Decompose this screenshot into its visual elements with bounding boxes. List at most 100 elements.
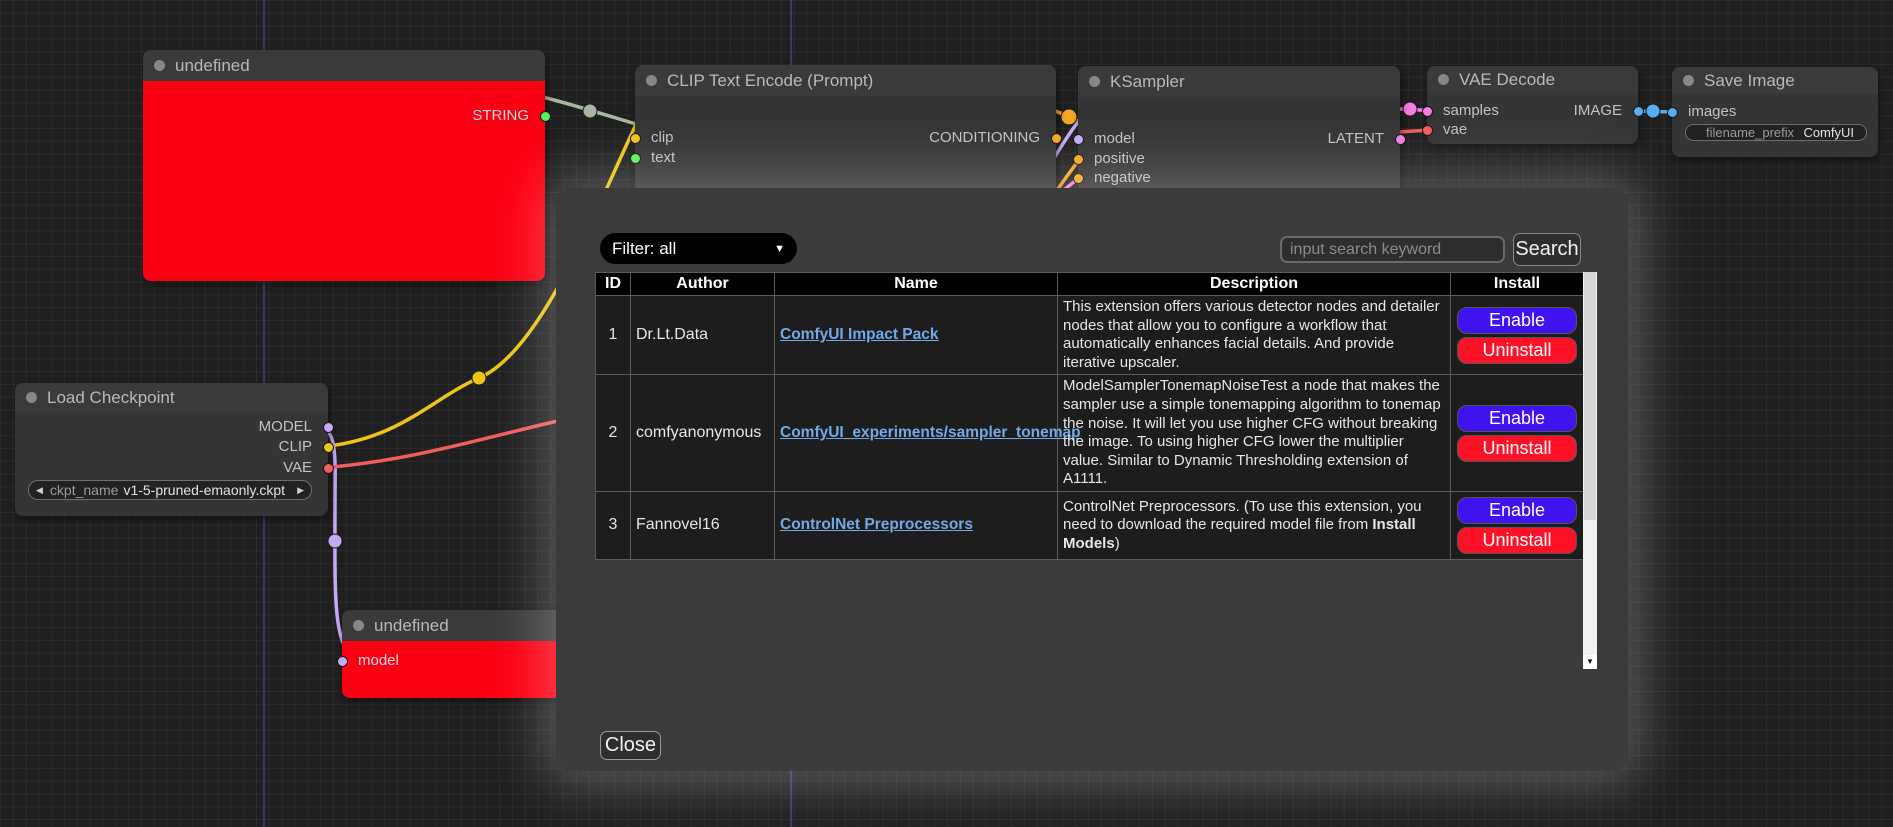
model-port-dot[interactable] <box>323 422 334 433</box>
string-port-dot[interactable] <box>540 111 551 122</box>
filter-dropdown[interactable]: Filter: all ▼ <box>600 233 797 264</box>
table-header-row: IDAuthorNameDescriptionInstall <box>596 273 1584 296</box>
node-save-image[interactable]: Save Image images filename_prefix ComfyU… <box>1672 67 1878 157</box>
input-negative[interactable]: negative <box>1078 168 1151 188</box>
uninstall-button[interactable]: Uninstall <box>1457 435 1577 462</box>
node-undefined-top[interactable]: undefined STRING <box>143 50 545 281</box>
column-header-install: Install <box>1451 273 1584 296</box>
model-port-dot[interactable] <box>1073 134 1084 145</box>
output-string[interactable]: STRING <box>472 106 545 126</box>
model-port-dot[interactable] <box>337 656 348 667</box>
node-status-dot <box>26 392 37 403</box>
ckpt-name-widget[interactable]: ◀ ckpt_name v1-5-pruned-emaonly.ckpt ▶ <box>28 480 312 500</box>
decrement-arrow-icon[interactable]: ◀ <box>29 485 50 496</box>
images-port-dot[interactable] <box>1667 107 1678 118</box>
input-clip[interactable]: clip <box>635 128 674 148</box>
uninstall-button[interactable]: Uninstall <box>1457 337 1577 364</box>
input-model[interactable]: model <box>1078 129 1135 149</box>
extension-table: IDAuthorNameDescriptionInstall 1Dr.Lt.Da… <box>595 272 1584 560</box>
uninstall-button[interactable]: Uninstall <box>1457 527 1577 554</box>
increment-arrow-icon[interactable]: ▶ <box>290 485 311 496</box>
node-title-bar[interactable]: VAE Decode <box>1427 66 1638 93</box>
vae-port-dot[interactable] <box>1422 125 1433 136</box>
node-title: undefined <box>374 616 449 635</box>
node-title-bar[interactable]: KSampler <box>1078 66 1400 97</box>
scrollbar-thumb[interactable] <box>1584 272 1596 520</box>
extension-link[interactable]: ComfyUI Impact Pack <box>780 326 939 343</box>
node-status-dot <box>154 60 165 71</box>
output-image[interactable]: IMAGE <box>1574 101 1638 121</box>
node-title: Load Checkpoint <box>47 388 175 407</box>
extension-name: ControlNet Preprocessors <box>775 491 1058 559</box>
output-clip[interactable]: CLIP <box>279 437 328 457</box>
extension-author: comfyanonymous <box>631 375 775 492</box>
reroute-dot[interactable] <box>1061 109 1077 125</box>
extension-row: 1Dr.Lt.DataComfyUI Impact PackThis exten… <box>596 296 1584 375</box>
clip-port-dot[interactable] <box>630 133 641 144</box>
node-title-bar[interactable]: undefined <box>342 610 572 641</box>
search-input[interactable] <box>1280 236 1505 263</box>
extension-author: Fannovel16 <box>631 491 775 559</box>
node-clip-text-encode[interactable]: CLIP Text Encode (Prompt) clip text COND… <box>635 65 1056 195</box>
search-button[interactable]: Search <box>1513 233 1581 266</box>
conditioning-port-dot[interactable] <box>1051 133 1062 144</box>
negative-port-dot[interactable] <box>1073 173 1084 184</box>
extension-link[interactable]: ComfyUI_experiments/sampler_tonemap <box>780 424 1081 441</box>
node-status-dot <box>1438 74 1449 85</box>
vae-port-dot[interactable] <box>323 463 334 474</box>
node-title-bar[interactable]: Load Checkpoint <box>15 383 328 412</box>
column-header-id: ID <box>596 273 631 296</box>
output-latent[interactable]: LATENT <box>1328 129 1400 149</box>
wire-vae-left[interactable] <box>320 420 562 468</box>
latent-port-dot[interactable] <box>1395 134 1406 145</box>
reroute-dot[interactable] <box>1646 104 1660 118</box>
node-title-bar[interactable]: undefined <box>143 50 545 81</box>
extension-install-actions: Enable Uninstall <box>1451 296 1584 375</box>
extension-manager-modal: Filter: all ▼ Search IDAuthorNameDescrip… <box>556 188 1628 771</box>
extension-link[interactable]: ControlNet Preprocessors <box>780 516 973 533</box>
extension-install-actions: Enable Uninstall <box>1451 491 1584 559</box>
text-port-dot[interactable] <box>630 153 641 164</box>
enable-button[interactable]: Enable <box>1457 497 1577 524</box>
extension-description: This extension offers various detector n… <box>1058 296 1451 375</box>
samples-port-dot[interactable] <box>1422 106 1433 117</box>
input-text[interactable]: text <box>635 148 675 168</box>
reroute-dot[interactable] <box>583 104 597 118</box>
extension-id: 3 <box>596 491 631 559</box>
node-title-bar[interactable]: CLIP Text Encode (Prompt) <box>635 65 1056 96</box>
clip-port-dot[interactable] <box>323 442 334 453</box>
node-undefined-bottom[interactable]: undefined model <box>342 610 572 698</box>
output-vae[interactable]: VAE <box>283 458 328 478</box>
extension-name: ComfyUI_experiments/sampler_tonemap <box>775 375 1058 492</box>
node-title: Save Image <box>1704 71 1795 90</box>
node-vae-decode[interactable]: VAE Decode samples vae IMAGE <box>1427 66 1638 144</box>
node-status-dot <box>1089 76 1100 87</box>
extension-description-text: ModelSamplerTonemapNoiseTest a node that… <box>1063 377 1441 487</box>
input-images[interactable]: images <box>1672 102 1736 122</box>
node-load-checkpoint[interactable]: Load Checkpoint MODEL CLIP VAE ◀ ckpt_na… <box>15 383 328 516</box>
node-status-dot <box>646 75 657 86</box>
scrollbar-down-arrow-icon[interactable]: ▼ <box>1583 655 1597 669</box>
reroute-dot[interactable] <box>472 371 486 385</box>
extension-row: 3Fannovel16ControlNet PreprocessorsContr… <box>596 491 1584 559</box>
extension-id: 2 <box>596 375 631 492</box>
comfyui-canvas[interactable]: { "canvas": { "undefined_top": { "title"… <box>0 0 1893 827</box>
image-port-dot[interactable] <box>1633 106 1644 117</box>
close-button[interactable]: Close <box>600 731 661 760</box>
reroute-dot[interactable] <box>1403 102 1417 116</box>
output-conditioning[interactable]: CONDITIONING <box>929 128 1056 148</box>
input-positive[interactable]: positive <box>1078 149 1145 169</box>
enable-button[interactable]: Enable <box>1457 307 1577 334</box>
extension-author: Dr.Lt.Data <box>631 296 775 375</box>
enable-button[interactable]: Enable <box>1457 405 1577 432</box>
node-title-bar[interactable]: Save Image <box>1672 67 1878 94</box>
extension-description: ModelSamplerTonemapNoiseTest a node that… <box>1058 375 1451 492</box>
table-scrollbar[interactable]: ▼ <box>1583 272 1597 669</box>
positive-port-dot[interactable] <box>1073 154 1084 165</box>
reroute-dot[interactable] <box>328 534 342 548</box>
input-samples[interactable]: samples <box>1427 101 1499 121</box>
output-model[interactable]: MODEL <box>259 417 328 437</box>
input-vae[interactable]: vae <box>1427 120 1467 140</box>
input-model[interactable]: model <box>342 651 399 671</box>
filename-prefix-widget[interactable]: filename_prefix ComfyUI <box>1685 124 1867 141</box>
